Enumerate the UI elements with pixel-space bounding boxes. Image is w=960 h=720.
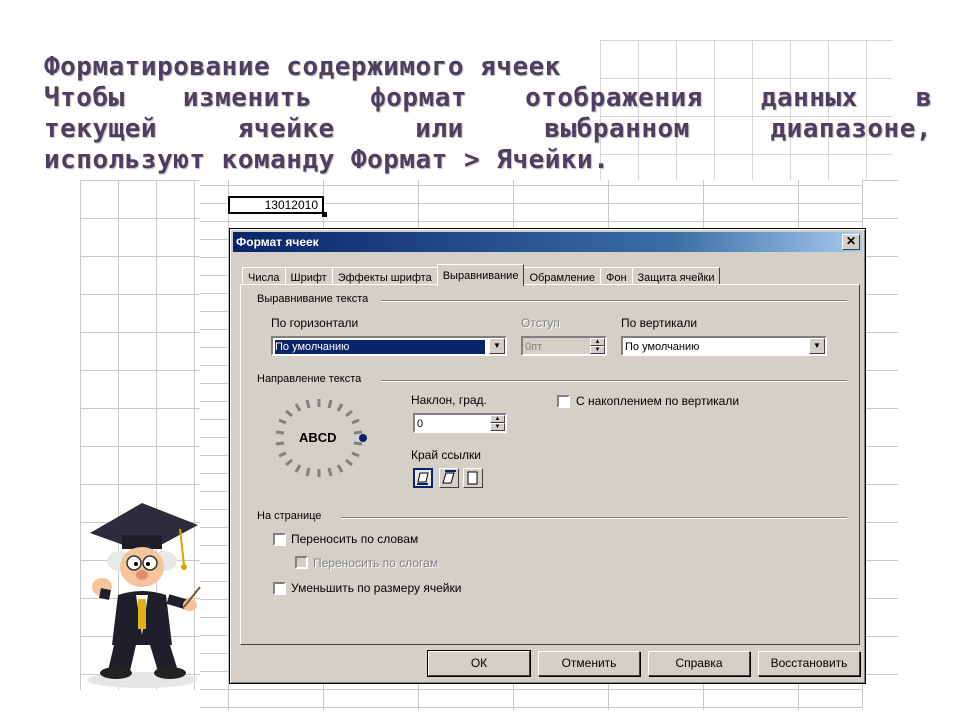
chevron-down-icon[interactable]: ▼ (809, 338, 825, 354)
slide-title: Форматирование содержимого ячеек (44, 52, 561, 82)
stacked-vertically-label: С накоплением по вертикали (576, 394, 740, 408)
professor-mascot-illustration (87, 503, 201, 688)
indent-label: Отступ (521, 316, 560, 330)
dialog-titlebar[interactable]: Формат ячеек ✕ (233, 232, 862, 252)
stacked-vertically-checkbox[interactable] (557, 395, 570, 408)
section-title-text-direction: Направление текста (257, 373, 366, 385)
section-title-on-page: На странице (257, 510, 326, 522)
wrap-words-label: Переносить по словам (291, 532, 419, 546)
tilt-spinbox[interactable]: 0 ▲ ▼ (413, 413, 507, 433)
vertical-select[interactable]: По умолчанию ▼ (621, 336, 827, 356)
slide-body-line-1: Чтобы изменить формат отображения данных… (44, 83, 932, 113)
format-cells-dialog: Формат ячеек ✕ Числа Шрифт Эффекты шрифт… (229, 228, 866, 684)
dialog-title: Формат ячеек (236, 235, 319, 249)
separator (381, 380, 847, 382)
slide-heading: Форматирование содержимого ячеек Чтобы и… (44, 52, 932, 176)
spin-up-icon[interactable]: ▲ (490, 415, 505, 423)
tab-background[interactable]: Фон (599, 267, 633, 285)
fill-handle[interactable] (322, 212, 327, 217)
edge-top-icon (442, 470, 456, 484)
spin-down-icon[interactable]: ▼ (490, 423, 505, 431)
ok-button[interactable]: ОК (427, 650, 531, 677)
horizontal-value: По умолчанию (275, 340, 485, 354)
tilt-spin-buttons[interactable]: ▲ ▼ (490, 415, 505, 431)
slide-body-line-3: используют команду Формат > Ячейки. (44, 145, 610, 175)
spin-up-icon[interactable]: ▲ (590, 338, 605, 346)
horizontal-select[interactable]: По умолчанию ▼ (271, 336, 507, 356)
reference-edge-label: Край ссылки (411, 448, 481, 462)
active-cell[interactable]: 13012010 (228, 196, 324, 214)
section-title-text-alignment: Выравнивание текста (257, 293, 373, 305)
background-grid-right (862, 180, 898, 710)
chevron-down-icon[interactable]: ▼ (489, 338, 505, 354)
indent-spinbox[interactable]: 0пт ▲ ▼ (521, 336, 607, 356)
tab-alignment[interactable]: Выравнивание (436, 264, 525, 286)
horizontal-label: По горизонтали (271, 316, 359, 330)
separator (381, 300, 847, 302)
indent-value: 0пт (525, 341, 543, 353)
shrink-to-fit-checkbox[interactable] (273, 582, 286, 595)
alignment-panel: Выравнивание текста По горизонтали По ум… (240, 284, 860, 645)
tab-numbers[interactable]: Числа (242, 267, 286, 285)
tilt-label: Наклон, град. (411, 393, 487, 407)
dial-sample-text: ABCD (299, 430, 337, 445)
hyphenation-checkbox[interactable] (295, 556, 308, 569)
separator (341, 517, 847, 519)
help-button[interactable]: Справка (648, 651, 750, 676)
cancel-button[interactable]: Отменить (538, 651, 640, 676)
close-icon: ✕ (845, 234, 857, 248)
tab-cell-protection[interactable]: Защита ячейки (631, 267, 721, 285)
edge-inside-icon (467, 471, 478, 485)
tilt-value: 0 (417, 418, 424, 430)
vertical-label: По вертикали (621, 316, 698, 330)
wrap-words-checkbox[interactable] (273, 533, 286, 546)
edge-bottom-icon (417, 472, 429, 485)
reset-button[interactable]: Восстановить (758, 651, 860, 676)
tab-font[interactable]: Шрифт (284, 267, 333, 285)
spin-down-icon[interactable]: ▼ (590, 346, 605, 354)
close-button[interactable]: ✕ (842, 234, 860, 250)
vertical-value: По умолчанию (625, 341, 700, 353)
shrink-to-fit-label: Уменьшить по размеру ячейки (291, 581, 462, 595)
reference-edge-top-button[interactable] (439, 468, 459, 488)
reference-edge-bottom-button[interactable] (413, 468, 433, 488)
slide-body-line-2: текущей ячейке или выбранном диапазоне, (44, 114, 932, 144)
indent-spin-buttons[interactable]: ▲ ▼ (590, 338, 605, 354)
reference-edge-inside-button[interactable] (463, 468, 483, 488)
tab-strip: Числа Шрифт Эффекты шрифта Выравнивание … (242, 263, 721, 286)
tab-borders[interactable]: Обрамление (523, 267, 601, 285)
hyphenation-label: Переносить по слогам (313, 556, 439, 570)
tab-font-effects[interactable]: Эффекты шрифта (331, 267, 438, 285)
